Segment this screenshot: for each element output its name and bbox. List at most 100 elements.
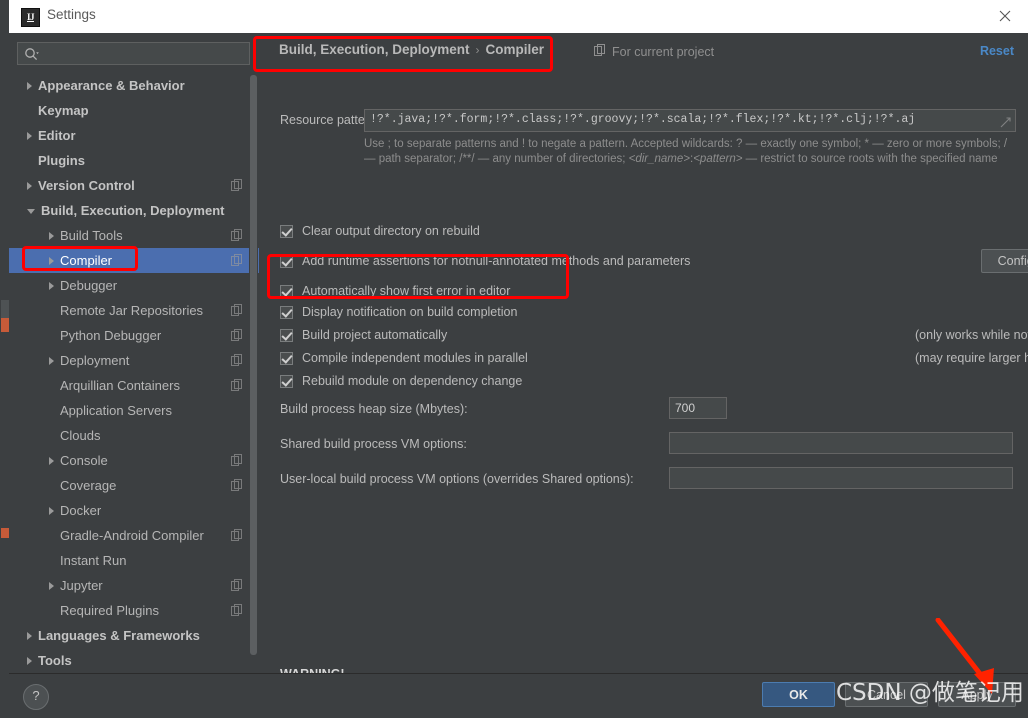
breadcrumb-bar: Build, Execution, Deployment › Compiler Fo… [259, 33, 1028, 69]
note-build-automatically: (only works while not running / debuggin… [915, 328, 1028, 342]
sidebar-item-deployment[interactable]: Deployment [9, 348, 259, 373]
sidebar-item-compiler[interactable]: Compiler [9, 248, 259, 273]
sidebar-item-keymap[interactable]: Keymap [9, 98, 259, 123]
search-input[interactable] [44, 45, 248, 65]
project-scope-icon [231, 454, 243, 466]
sidebar-item-arquillian-containers[interactable]: Arquillian Containers [9, 373, 259, 398]
sidebar-item-jupyter[interactable]: Jupyter [9, 573, 259, 598]
sidebar-item-docker[interactable]: Docker [9, 498, 259, 523]
sidebar-item-languages-frameworks[interactable]: Languages & Frameworks [9, 623, 259, 648]
settings-content-panel: Build, Execution, Deployment › Compiler Fo… [259, 33, 1028, 717]
sidebar-scrollbar-thumb[interactable] [250, 75, 257, 655]
note-parallel-heap: (may require larger heap size) [915, 351, 1028, 365]
breadcrumb-current: Compiler [485, 42, 545, 57]
sidebar-item-debugger[interactable]: Debugger [9, 273, 259, 298]
chevron-right-icon[interactable] [49, 231, 54, 240]
checkbox-row-clear-output-directory-on-rebuild[interactable]: Clear output directory on rebuild [280, 224, 480, 238]
sidebar-item-version-control[interactable]: Version Control [9, 173, 259, 198]
heap-size-field[interactable]: 700 [669, 397, 727, 419]
project-scope-icon [594, 44, 606, 59]
sidebar-item-gradle-android-compiler[interactable]: Gradle-Android Compiler [9, 523, 259, 548]
chevron-right-icon[interactable] [27, 656, 32, 665]
for-current-project-label: For current project [594, 44, 714, 59]
sidebar-item-editor[interactable]: Editor [9, 123, 259, 148]
resource-patterns-field[interactable]: !?*.java;!?*.form;!?*.class;!?*.groovy;!… [364, 109, 1016, 132]
cancel-button[interactable]: Cancel [845, 682, 928, 707]
checkbox-icon[interactable] [280, 284, 293, 298]
expand-icon[interactable] [1000, 115, 1011, 128]
sidebar-item-label: Deployment [60, 353, 130, 368]
chevron-right-icon[interactable] [49, 506, 54, 515]
sidebar-item-label: Build, Execution, Deployment [41, 203, 225, 218]
checkbox-row-rebuild-module-on-dependency-change[interactable]: Rebuild module on dependency change [280, 374, 522, 388]
chevron-right-icon[interactable] [27, 81, 32, 90]
search-icon [24, 47, 40, 62]
chevron-right-icon[interactable] [49, 581, 54, 590]
ok-button[interactable]: OK [762, 682, 835, 707]
sidebar-item-console[interactable]: Console [9, 448, 259, 473]
window-title: Settings [47, 7, 96, 22]
sidebar-scrollbar-track[interactable] [249, 73, 258, 673]
heap-size-value: 700 [675, 401, 696, 415]
sidebar-item-label: Tools [38, 653, 72, 668]
close-icon[interactable] [982, 0, 1028, 32]
breadcrumb-parent[interactable]: Build, Execution, Deployment [279, 42, 470, 57]
checkbox-icon[interactable] [280, 374, 293, 388]
checkbox-icon[interactable] [280, 254, 293, 268]
chevron-right-icon[interactable] [27, 631, 32, 640]
chevron-right-icon[interactable] [49, 356, 54, 365]
chevron-right-icon[interactable] [27, 131, 32, 140]
chevron-down-icon[interactable] [27, 209, 35, 214]
sidebar-item-clouds[interactable]: Clouds [9, 423, 259, 448]
checkbox-row-add-runtime-assertions-for-notnull-annotated-met[interactable]: Add runtime assertions for notnull-annot… [280, 254, 690, 268]
sidebar-item-label: Jupyter [60, 578, 103, 593]
checkbox-icon[interactable] [280, 328, 293, 342]
checkbox-row-display-notification-on-build-completion[interactable]: Display notification on build completion [280, 305, 517, 319]
chevron-right-icon[interactable] [49, 456, 54, 465]
chevron-right-icon[interactable] [27, 181, 32, 190]
logo-text: IJ [26, 12, 35, 22]
project-scope-icon [231, 529, 243, 541]
checkbox-row-automatically-show-first-error-in-editor[interactable]: Automatically show first error in editor [280, 284, 510, 298]
sidebar-item-python-debugger[interactable]: Python Debugger [9, 323, 259, 348]
checkbox-row-build-project-automatically[interactable]: Build project automatically [280, 328, 447, 342]
sidebar-item-instant-run[interactable]: Instant Run [9, 548, 259, 573]
sidebar-item-label: Application Servers [60, 403, 172, 418]
settings-dialog: IJ Settings Appearance & Behavior Keymap… [9, 0, 1028, 718]
sidebar-item-application-servers[interactable]: Application Servers [9, 398, 259, 423]
user-local-vm-options-field[interactable] [669, 467, 1013, 489]
sidebar-item-label: Appearance & Behavior [38, 78, 185, 93]
sidebar-item-build-execution-deployment[interactable]: Build, Execution, Deployment [9, 198, 259, 223]
help-button[interactable]: ? [23, 684, 49, 710]
settings-tree: Appearance & Behavior Keymap Editor Plugins… [9, 73, 259, 673]
project-scope-icon [231, 479, 243, 491]
sidebar-item-label: Languages & Frameworks [38, 628, 200, 643]
chevron-right-icon[interactable] [49, 256, 54, 265]
configure-annotations-button[interactable]: Configure annotations... [981, 249, 1028, 273]
sidebar-item-build-tools[interactable]: Build Tools [9, 223, 259, 248]
checkbox-icon[interactable] [280, 305, 293, 319]
sidebar-item-coverage[interactable]: Coverage [9, 473, 259, 498]
heap-size-label: Build process heap size (Mbytes): [280, 402, 468, 416]
shared-vm-options-field[interactable] [669, 432, 1013, 454]
resource-patterns-value: !?*.java;!?*.form;!?*.class;!?*.groovy;!… [370, 113, 916, 126]
checkbox-icon[interactable] [280, 351, 293, 365]
sidebar-item-required-plugins[interactable]: Required Plugins [9, 598, 259, 623]
settings-dialog-screenshot: IJ Settings Appearance & Behavior Keymap… [0, 0, 1028, 718]
chevron-right-icon[interactable] [49, 281, 54, 290]
reset-link[interactable]: Reset [980, 44, 1014, 58]
sidebar-item-appearance-behavior[interactable]: Appearance & Behavior [9, 73, 259, 98]
sidebar-item-label: Python Debugger [60, 328, 162, 343]
sidebar-item-remote-jar-repositories[interactable]: Remote Jar Repositories [9, 298, 259, 323]
search-box[interactable] [17, 42, 250, 65]
checkbox-icon[interactable] [280, 224, 293, 238]
apply-button[interactable]: Apply [938, 682, 1016, 707]
sidebar-item-tools[interactable]: Tools [9, 648, 259, 673]
resource-patterns-help: Use ; to separate patterns and ! to nega… [364, 137, 1014, 167]
checkbox-row-compile-independent-modules-in-parallel[interactable]: Compile independent modules in parallel [280, 351, 528, 365]
sidebar-item-plugins[interactable]: Plugins [9, 148, 259, 173]
